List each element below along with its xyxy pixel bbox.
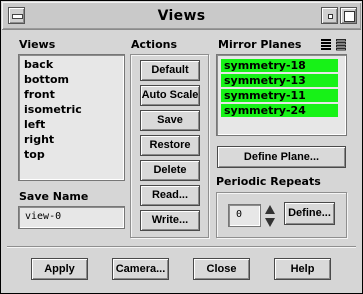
save-name-value: view-0 xyxy=(25,211,62,222)
list-item[interactable]: top xyxy=(24,148,45,162)
read-button[interactable]: Read... xyxy=(140,185,200,206)
views-list[interactable]: back bottom front isometric left right t… xyxy=(18,54,125,181)
mirror-planes-list[interactable]: symmetry-18 symmetry-13 symmetry-11 symm… xyxy=(216,54,347,136)
close-button[interactable]: Close xyxy=(193,258,250,280)
divider xyxy=(7,246,356,248)
camera-button[interactable]: Camera... xyxy=(112,258,169,280)
list-item[interactable]: bottom xyxy=(24,73,69,87)
decrement-arrow-icon[interactable] xyxy=(264,217,276,228)
mirror-plane-item[interactable]: symmetry-11 xyxy=(221,89,338,102)
maximize-icon[interactable] xyxy=(340,7,357,24)
help-button[interactable]: Help xyxy=(274,258,331,280)
periodic-repeats-field[interactable]: 0 xyxy=(228,204,261,227)
mirror-plane-item[interactable]: symmetry-13 xyxy=(221,74,338,87)
auto-scale-button[interactable]: Auto Scale xyxy=(140,85,200,106)
periodic-repeats-label: Periodic Repeats xyxy=(216,175,321,188)
mirror-plane-item[interactable]: symmetry-24 xyxy=(221,104,338,117)
select-all-icon[interactable] xyxy=(320,38,332,51)
list-item[interactable]: left xyxy=(24,118,45,132)
save-name-field[interactable]: view-0 xyxy=(18,206,125,229)
define-plane-button[interactable]: Define Plane... xyxy=(217,146,346,168)
mirror-planes-heading: Mirror Planes xyxy=(218,38,302,51)
increment-arrow-icon[interactable] xyxy=(264,204,276,215)
list-item[interactable]: back xyxy=(24,58,53,72)
save-button[interactable]: Save xyxy=(140,110,200,131)
list-item[interactable]: right xyxy=(24,133,54,147)
delete-button[interactable]: Delete xyxy=(140,160,200,181)
views-dialog: Views Views back bottom front isometric … xyxy=(0,0,363,294)
window-title: Views xyxy=(157,8,206,24)
apply-button[interactable]: Apply xyxy=(31,258,88,280)
list-item[interactable]: isometric xyxy=(24,103,82,117)
default-button[interactable]: Default xyxy=(140,60,200,81)
save-name-label: Save Name xyxy=(19,190,89,203)
deselect-all-icon[interactable] xyxy=(335,38,347,51)
views-heading: Views xyxy=(19,38,56,51)
define-periodic-button[interactable]: Define... xyxy=(284,202,335,225)
periodic-repeats-value: 0 xyxy=(236,209,243,220)
minimize-icon[interactable] xyxy=(321,7,338,24)
write-button[interactable]: Write... xyxy=(140,210,200,231)
title-bar[interactable]: Views xyxy=(2,2,361,30)
actions-heading: Actions xyxy=(131,38,177,51)
list-item[interactable]: front xyxy=(24,88,55,102)
mirror-plane-item[interactable]: symmetry-18 xyxy=(221,59,338,72)
restore-button[interactable]: Restore xyxy=(140,135,200,156)
